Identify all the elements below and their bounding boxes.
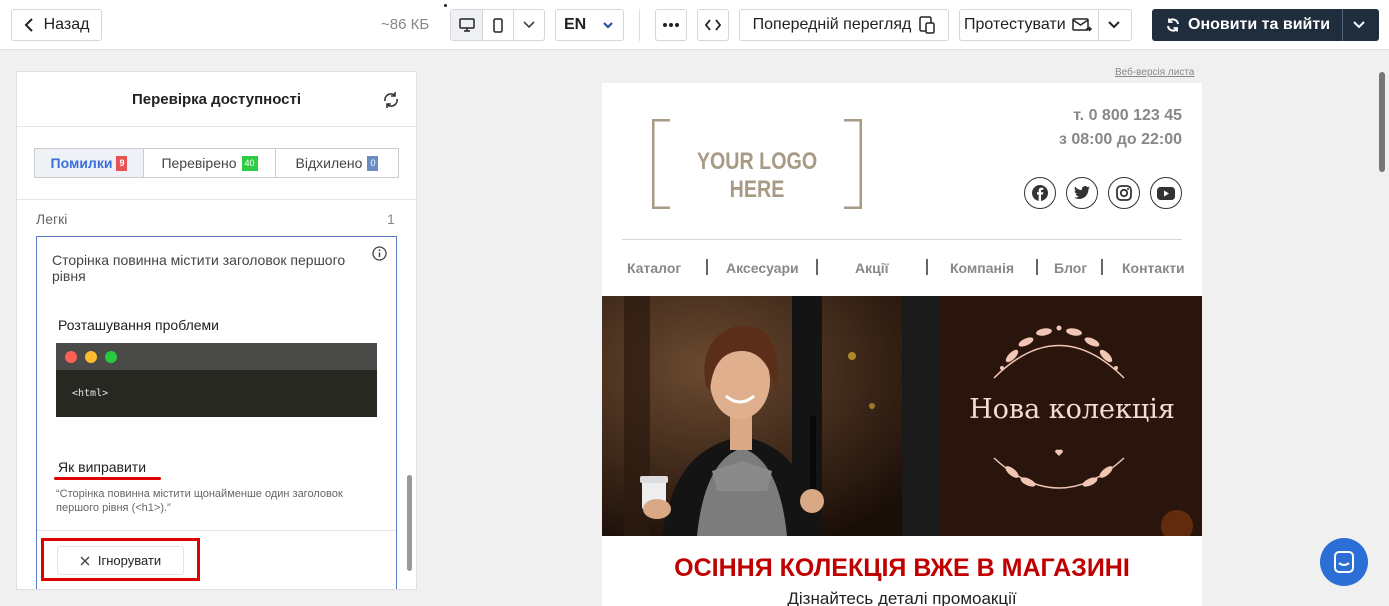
- refresh-icon: [1166, 18, 1180, 32]
- caret-down-icon: [603, 21, 613, 29]
- window-close-dot: [65, 351, 77, 363]
- section-count: 1: [387, 211, 395, 227]
- chevron-left-icon: [24, 18, 34, 32]
- update-exit-group: Оновити та вийти: [1152, 9, 1379, 41]
- nav-separator: [706, 259, 708, 275]
- section-label: Легкі: [36, 211, 68, 227]
- tab-checked[interactable]: Перевірено 40: [144, 149, 276, 177]
- accessibility-panel: Перевірка доступності Помилки 9 Перевіре…: [16, 71, 417, 590]
- top-toolbar: Назад ~86 КБ EN Попередній перегляд Прот…: [0, 0, 1389, 50]
- card-footer-divider: [37, 530, 396, 531]
- back-label: Назад: [43, 16, 90, 33]
- test-dropdown-icon[interactable]: [1099, 10, 1129, 40]
- toolbar-divider: [639, 9, 640, 41]
- code-block: <html>: [56, 343, 377, 417]
- tab-rejected-label: Відхилено: [295, 155, 363, 171]
- language-select[interactable]: EN: [555, 9, 624, 41]
- test-button[interactable]: Протестувати: [960, 10, 1099, 40]
- update-exit-label: Оновити та вийти: [1188, 16, 1331, 33]
- logo-text: YOUR LOGO HERE: [696, 148, 818, 203]
- status-tabs: Помилки 9 Перевірено 40 Відхилено 0: [34, 148, 399, 178]
- code-button[interactable]: [697, 9, 729, 41]
- test-button-group: Протестувати: [959, 9, 1132, 41]
- code-icon: [705, 19, 721, 31]
- chat-icon: [1334, 551, 1354, 573]
- laurel-top-decoration: [993, 325, 1125, 379]
- panel-scrollbar[interactable]: [407, 475, 412, 571]
- ignore-highlight-box: [41, 538, 200, 581]
- errors-count-badge: 9: [116, 155, 128, 171]
- rejected-count-badge: 0: [367, 155, 379, 171]
- twitter-icon[interactable]: [1066, 177, 1098, 209]
- promo-subheadline: Дізнайтесь деталі промоакції: [787, 589, 1017, 606]
- more-icon: [663, 23, 679, 27]
- header-divider: [622, 239, 1182, 240]
- hero-title: Нова колекція: [969, 394, 1175, 425]
- nav-link-promotions[interactable]: Акції: [855, 260, 889, 276]
- more-button[interactable]: [655, 9, 687, 41]
- issue-title: Сторінка повинна містити заголовок першо…: [52, 252, 346, 284]
- fix-underline-highlight: [54, 477, 161, 480]
- section-divider: [17, 199, 416, 200]
- panel-header: Перевірка доступності: [17, 72, 416, 127]
- nav-link-contacts[interactable]: Контакти: [1122, 260, 1185, 276]
- code-block-titlebar: [56, 343, 377, 370]
- update-dropdown-icon[interactable]: [1343, 9, 1375, 41]
- nav-separator: [1101, 259, 1103, 275]
- nav-link-accessories[interactable]: Аксесуари: [726, 260, 799, 276]
- nav-separator: [1036, 259, 1038, 275]
- nav-link-blog[interactable]: Блог: [1054, 260, 1087, 276]
- nav-link-company[interactable]: Компанія: [950, 260, 1014, 276]
- web-version-link[interactable]: Веб-версія листа: [1115, 67, 1194, 78]
- instagram-icon[interactable]: [1108, 177, 1140, 209]
- tab-errors[interactable]: Помилки 9: [35, 149, 144, 177]
- contact-phone: т. 0 800 123 45: [1073, 107, 1182, 124]
- nav-separator: [816, 259, 818, 275]
- tab-rejected[interactable]: Відхилено 0: [276, 149, 398, 177]
- chevron-down-icon[interactable]: [514, 10, 544, 40]
- email-preview: YOUR LOGO HERE т. 0 800 123 45 з 08:00 д…: [602, 83, 1202, 606]
- checked-count-badge: 40: [241, 155, 258, 171]
- device-switcher: [450, 9, 545, 41]
- location-label: Розташування проблеми: [58, 317, 219, 333]
- update-exit-button[interactable]: Оновити та вийти: [1152, 9, 1344, 41]
- send-mail-icon: [1071, 17, 1092, 33]
- desktop-icon[interactable]: [451, 10, 483, 40]
- chat-widget-button[interactable]: [1320, 538, 1368, 586]
- nav-separator: [926, 259, 928, 275]
- panel-title: Перевірка доступності: [131, 91, 302, 108]
- contact-hours: з 08:00 до 22:00: [1058, 131, 1182, 148]
- preview-button[interactable]: Попередній перегляд: [739, 9, 949, 41]
- back-button[interactable]: Назад: [11, 9, 102, 41]
- info-icon[interactable]: [372, 246, 387, 261]
- issue-card: Сторінка повинна містити заголовок першо…: [36, 236, 397, 589]
- mobile-icon[interactable]: [483, 10, 514, 40]
- window-minimize-dot: [85, 351, 97, 363]
- test-label: Протестувати: [964, 16, 1066, 33]
- laurel-bottom-decoration: [993, 449, 1125, 489]
- recheck-icon[interactable]: [381, 90, 401, 110]
- language-value: EN: [564, 16, 587, 33]
- promo-headline: ОСІННЯ КОЛЕКЦІЯ ВЖЕ В МАГАЗИНІ: [674, 554, 1130, 582]
- message-size: ~86 КБ: [381, 16, 430, 33]
- logo-placeholder: YOUR LOGO HERE: [651, 118, 863, 210]
- tab-errors-label: Помилки: [50, 155, 113, 171]
- window-maximize-dot: [105, 351, 117, 363]
- status-dot: [444, 4, 447, 7]
- fix-text: “Сторінка повинна містити щонайменше оди…: [56, 488, 343, 514]
- hero-banner: Нова колекція: [602, 296, 1202, 536]
- preview-scrollbar[interactable]: [1379, 72, 1385, 172]
- preview-label: Попередній перегляд: [752, 16, 912, 33]
- fix-label: Як виправити: [58, 459, 147, 475]
- tab-checked-label: Перевірено: [161, 155, 237, 171]
- youtube-icon[interactable]: [1150, 177, 1182, 209]
- code-snippet: <html>: [72, 388, 109, 399]
- nav-link-catalog[interactable]: Каталог: [627, 260, 681, 276]
- facebook-icon[interactable]: [1024, 177, 1056, 209]
- preview-icon: [919, 16, 936, 34]
